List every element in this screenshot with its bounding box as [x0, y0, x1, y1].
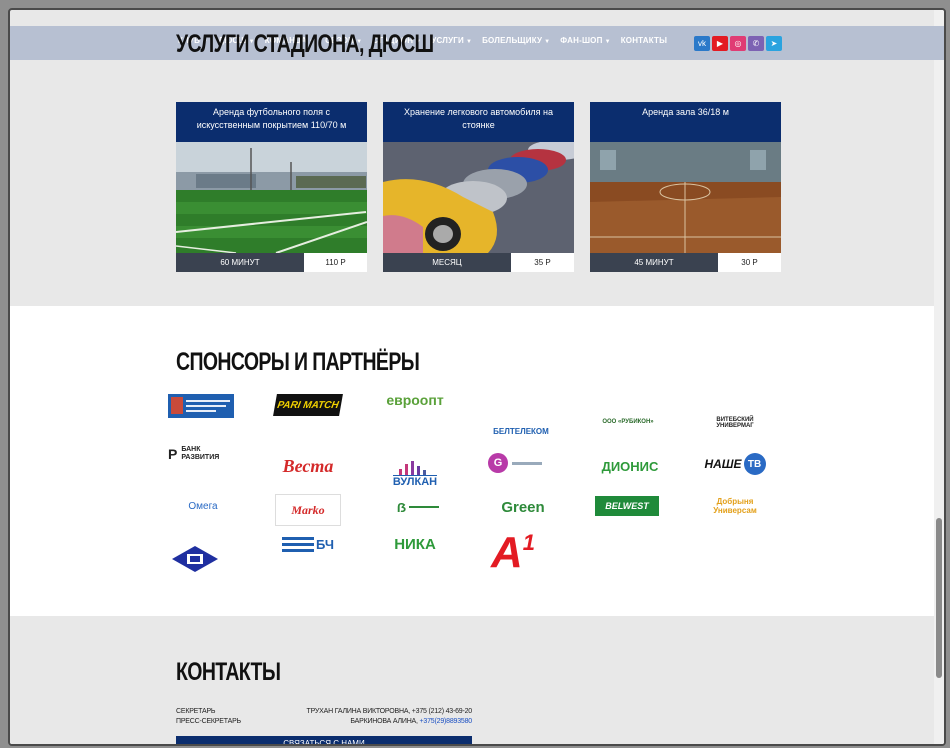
- service-price: 110 Р: [304, 253, 367, 272]
- chevron-down-icon: ▼: [544, 39, 551, 45]
- sponsor-logo-dobrynya[interactable]: Добрыня Универсам: [700, 490, 770, 522]
- nav-item-services[interactable]: УСЛУГИ ▼: [431, 36, 472, 45]
- contact-role: ПРЕСС-СЕКРЕТАРЬ: [176, 718, 241, 725]
- contacts-section: КОНТАКТЫ СЕКРЕТАРЬ ТРУХАН ГАЛИНА ВИКТОРО…: [10, 616, 944, 744]
- social-links: vk ▶ ◎ ✆ ➤: [694, 36, 782, 51]
- nav-item-fan-shop[interactable]: ФАН-ШОП ▼: [560, 36, 610, 45]
- service-unit: 45 МИНУТ: [590, 253, 718, 272]
- sponsors-section: СПОНСОРЫ И ПАРТНЁРЫ PARI MATCH евроопт Б…: [10, 306, 944, 616]
- service-card-football-field[interactable]: Аренда футбольного поля с искусственным …: [176, 102, 367, 272]
- sponsor-logo-dionis[interactable]: ДИОНИС: [595, 456, 665, 476]
- contact-phone[interactable]: +375 (212) 43-69-20: [412, 708, 472, 715]
- contact-person: ТРУХАН ГАЛИНА ВИКТОРОВНА,: [306, 708, 412, 715]
- sponsor-logo-bch[interactable]: БЧ: [275, 532, 341, 556]
- bank-mark-icon: Р: [168, 446, 178, 462]
- contact-row-secretary: СЕКРЕТАРЬ ТРУХАН ГАЛИНА ВИКТОРОВНА, +375…: [176, 708, 472, 715]
- sponsor-logo-parimatch[interactable]: PARI MATCH: [273, 394, 343, 416]
- sponsor-logo-belwest[interactable]: BELWEST: [595, 496, 659, 516]
- main-navigation: КЛУБ ▼ ДЮСШ ▼ КОМАНДА ▼ СЕЗОН ▼ СТАДИОН ▼ УСЛ…: [10, 26, 944, 60]
- football-field-image: [176, 142, 367, 253]
- parking-image: [383, 142, 574, 253]
- service-price: 35 Р: [511, 253, 574, 272]
- service-unit: 60 МИНУТ: [176, 253, 304, 272]
- sponsor-logo-rubikon[interactable]: ООО «РУБИКОН»: [595, 414, 661, 430]
- services-title: УСЛУГИ СТАДИОНА, ДЮСШ: [176, 30, 434, 58]
- service-card-title: Аренда зала 36/18 м: [590, 102, 781, 142]
- service-card-title: Хранение легкового автомобиля на стоянке: [383, 102, 574, 142]
- sponsor-logo-vzbt[interactable]: [170, 544, 220, 574]
- contact-person: БАРКИНОВА АЛИНА,: [350, 718, 420, 725]
- services-section: Аренда футбольного поля с искусственным …: [10, 28, 944, 318]
- nav-item-fans[interactable]: БОЛЕЛЬЩИКУ ▼: [482, 36, 550, 45]
- scrollbar-thumb[interactable]: [936, 518, 942, 678]
- service-card-sports-hall[interactable]: Аренда зала 36/18 м 45 МИНУТ 30 Р: [590, 102, 781, 272]
- sponsor-logo-bank-razvitiya[interactable]: Р БАНК РАЗВИТИЯ: [168, 442, 238, 466]
- service-card-footer: 45 МИНУТ 30 Р: [590, 253, 781, 272]
- service-price: 30 Р: [718, 253, 781, 272]
- sponsor-logo-omega[interactable]: Омега: [170, 496, 236, 516]
- sponsor-logo-g-shopping-center[interactable]: G: [488, 452, 554, 474]
- contacts-title: КОНТАКТЫ: [176, 658, 281, 686]
- g-mark-icon: G: [488, 453, 508, 473]
- vulkan-bars-icon: [399, 461, 426, 475]
- vk-icon[interactable]: vk: [694, 36, 710, 51]
- sponsor-logo-marko[interactable]: Marko: [275, 494, 341, 526]
- sponsor-logo-a1[interactable]: A 1: [488, 528, 538, 578]
- chevron-down-icon: ▼: [604, 39, 611, 45]
- instagram-icon[interactable]: ◎: [730, 36, 746, 51]
- service-card-title: Аренда футбольного поля с искусственным …: [176, 102, 367, 142]
- sponsor-logo-vulkan[interactable]: ВУЛКАН: [382, 448, 448, 488]
- service-card-footer: 60 МИНУТ 110 Р: [176, 253, 367, 272]
- telegram-icon[interactable]: ➤: [766, 36, 782, 51]
- viber-icon[interactable]: ✆: [748, 36, 764, 51]
- sponsor-logo-green[interactable]: Green: [490, 496, 556, 518]
- contact-us-button[interactable]: СВЯЗАТЬСЯ С НАМИ: [176, 736, 472, 744]
- nav-item-contacts[interactable]: КОНТАКТЫ: [621, 36, 667, 45]
- sponsor-logo-nashe-tv[interactable]: НАШЕ ТВ: [700, 452, 770, 476]
- service-card-footer: МЕСЯЦ 35 Р: [383, 253, 574, 272]
- service-unit: МЕСЯЦ: [383, 253, 511, 272]
- sponsor-logo-beltelecom[interactable]: БЕЛТЕЛЕКОМ: [488, 406, 554, 436]
- chevron-down-icon: ▼: [465, 39, 473, 45]
- dairy-mark-icon: ẞ: [396, 499, 407, 515]
- sponsor-logo-vitebsk-dairy[interactable]: ẞ: [385, 496, 451, 518]
- sponsor-logo-vesta[interactable]: Веста: [275, 454, 341, 478]
- sponsor-logo-city-executive-committee[interactable]: [168, 394, 234, 418]
- service-card-parking[interactable]: Хранение легкового автомобиля на стоянке…: [383, 102, 574, 272]
- contact-row-press-secretary: ПРЕСС-СЕКРЕТАРЬ БАРКИНОВА АЛИНА, +375(29…: [176, 718, 472, 725]
- contact-role: СЕКРЕТАРЬ: [176, 708, 216, 715]
- browser-window: Аренда футбольного поля с искусственным …: [8, 8, 946, 746]
- sponsor-logo-nika[interactable]: НИКА: [382, 532, 448, 556]
- page-scrollbar[interactable]: [934, 10, 944, 744]
- bch-stripes-icon: [282, 537, 314, 552]
- youtube-icon[interactable]: ▶: [712, 36, 728, 51]
- sponsors-title: СПОНСОРЫ И ПАРТНЁРЫ: [176, 348, 420, 376]
- sponsor-logo-evroopt[interactable]: евроопт: [380, 390, 450, 410]
- sponsor-logo-vitebsk-univermag[interactable]: ВИТЕБСКИЙ УНИВЕРМАГ: [700, 412, 770, 434]
- contact-phone-link[interactable]: +375(29)8893580: [420, 718, 473, 725]
- sports-hall-image: [590, 142, 781, 253]
